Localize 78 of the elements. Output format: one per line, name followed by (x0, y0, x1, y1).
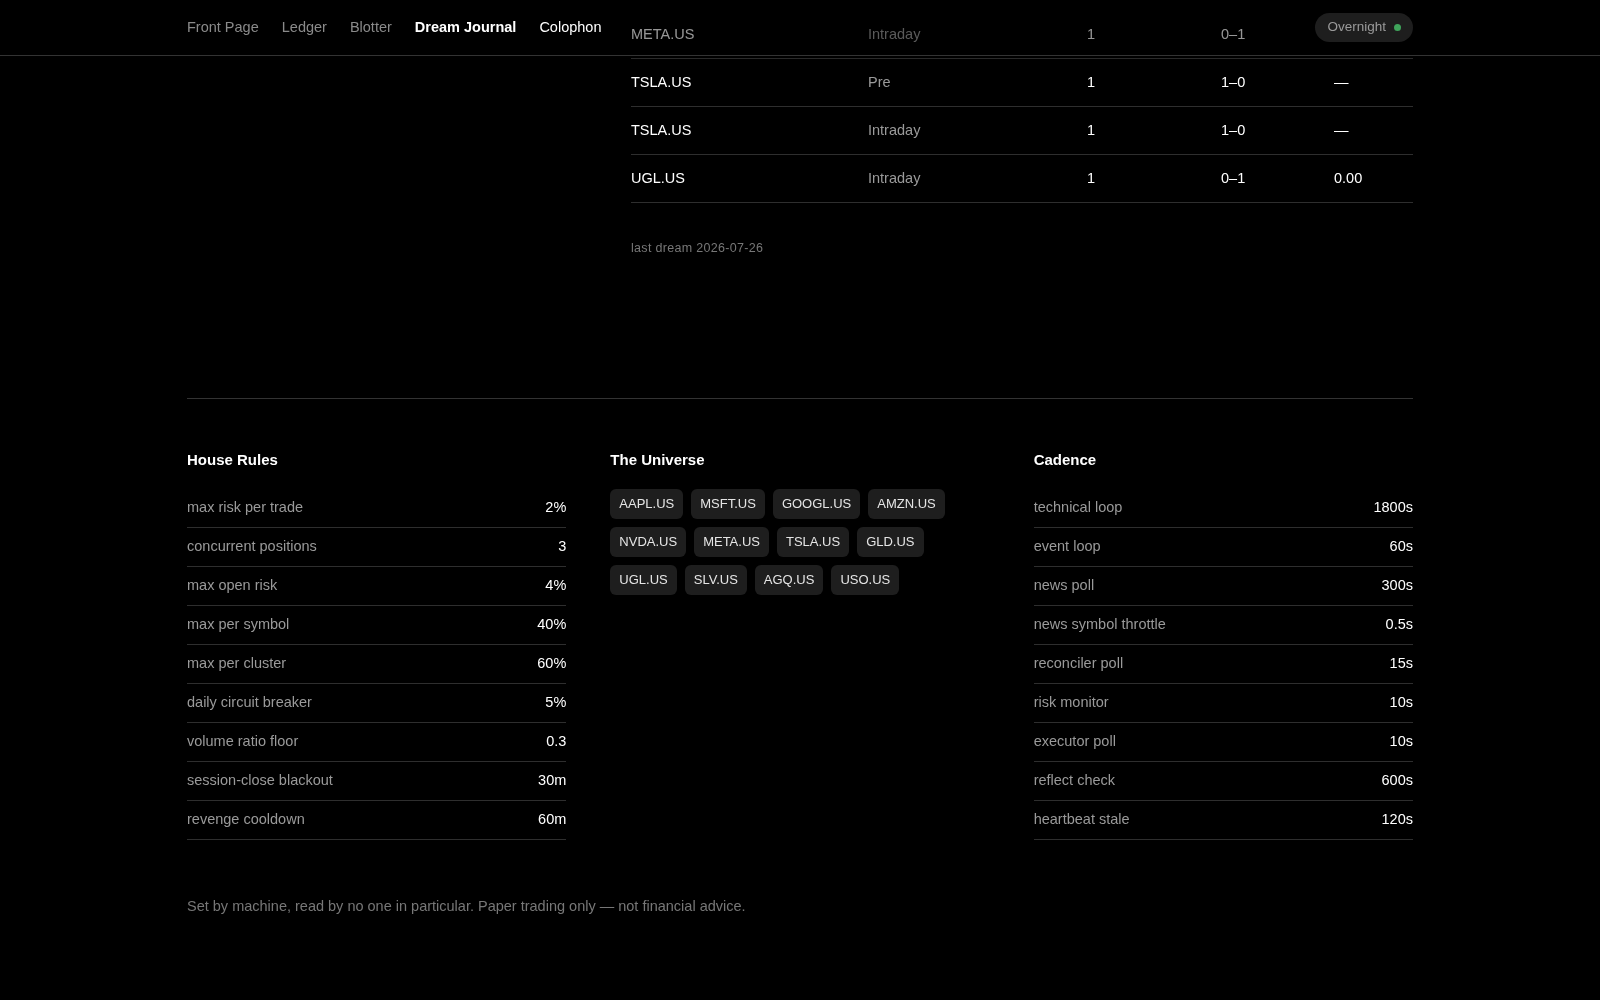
setting-label: risk monitor (1033, 692, 1109, 712)
setting-value: 5% (545, 692, 567, 712)
setting-value: 60s (1389, 536, 1413, 556)
setting-value: 1800s (1373, 497, 1413, 517)
setting-label: session-close blackout (187, 770, 333, 790)
setting-label: max per symbol (187, 614, 290, 634)
table-cell: 1 (1087, 25, 1096, 42)
symbol-tag: AAPL.US (610, 488, 684, 519)
status-label: Overnight (1327, 18, 1386, 37)
section-title: Cadence (1033, 449, 1098, 470)
setting-value: 15s (1389, 653, 1413, 673)
setting-value: 60m (538, 809, 567, 829)
table-cell: 1 (1087, 169, 1096, 186)
section-title: House Rules (187, 449, 279, 470)
table-cell: 1–0 (1221, 121, 1246, 138)
table-cell: 1 (1087, 121, 1096, 138)
table-cell: TSLA.US (631, 121, 692, 138)
table-cell: — (1334, 121, 1349, 138)
setting-value: 600s (1381, 770, 1413, 790)
symbol-tag: AGQ.US (754, 564, 824, 595)
setting-value: 300s (1381, 575, 1413, 595)
symbol-tag: TSLA.US (776, 526, 850, 557)
setting-value: 3 (558, 536, 567, 556)
last-dream-note: last dream 2026-07-26 (631, 240, 765, 257)
setting-label: max open risk (187, 575, 278, 595)
setting-value: 30m (538, 770, 567, 790)
setting-value: 4% (545, 575, 567, 595)
symbol-tag: MSFT.US (691, 488, 765, 519)
table-cell: Intraday (868, 25, 921, 42)
symbol-tag: META.US (694, 526, 769, 557)
setting-label: concurrent positions (187, 536, 317, 556)
setting-label: volume ratio floor (187, 731, 299, 751)
symbol-tag: USO.US (831, 564, 900, 595)
setting-value: 0.3 (546, 731, 567, 751)
table-cell: 0–1 (1221, 25, 1246, 42)
footer-note: Set by machine, read by no one in particular. Paper trading only — not financial advice. (187, 896, 747, 916)
setting-label: reconciler poll (1033, 653, 1124, 673)
nav-link[interactable]: Blotter (349, 16, 392, 39)
table-cell: UGL.US (631, 169, 685, 186)
table-cell: Intraday (868, 169, 921, 186)
setting-label: technical loop (1033, 497, 1123, 517)
setting-label: reflect check (1033, 770, 1116, 790)
setting-label: max risk per trade (187, 497, 304, 517)
symbol-tag: NVDA.US (610, 526, 687, 557)
symbol-tag: GLD.US (857, 526, 924, 557)
nav-link[interactable]: Front Page (187, 16, 259, 39)
setting-label: max per cluster (187, 653, 287, 673)
table-cell: — (1334, 73, 1349, 90)
setting-label: event loop (1033, 536, 1101, 556)
nav-link[interactable]: Colophon (539, 16, 602, 39)
setting-value: 60% (537, 653, 567, 673)
setting-value: 0.5s (1385, 614, 1413, 634)
symbol-tag: SLV.US (684, 564, 747, 595)
setting-label: heartbeat stale (1033, 809, 1130, 829)
setting-label: executor poll (1033, 731, 1116, 751)
symbol-tag: GOOGL.US (772, 488, 861, 519)
table-cell: 1–0 (1221, 73, 1246, 90)
table-cell: 0–1 (1221, 169, 1246, 186)
table-cell: Pre (868, 73, 891, 90)
setting-label: revenge cooldown (187, 809, 305, 829)
setting-label: news symbol throttle (1033, 614, 1166, 634)
table-cell: Intraday (868, 121, 921, 138)
setting-value: 120s (1381, 809, 1413, 829)
table-cell: 1 (1087, 73, 1096, 90)
symbol-tag: AMZN.US (868, 488, 945, 519)
setting-value: 10s (1389, 692, 1413, 712)
setting-value: 2% (545, 497, 567, 517)
table-cell: META.US (631, 25, 695, 42)
nav-link[interactable]: Dream Journal (414, 16, 517, 39)
section-title: The Universe (610, 449, 706, 470)
setting-label: daily circuit breaker (187, 692, 312, 712)
setting-value: 40% (537, 614, 567, 634)
setting-label: news poll (1033, 575, 1095, 595)
nav-link[interactable]: Ledger (281, 16, 327, 39)
setting-value: 10s (1389, 731, 1413, 751)
symbol-tag: UGL.US (610, 564, 677, 595)
table-cell: TSLA.US (631, 73, 692, 90)
table-cell: 0.00 (1334, 169, 1363, 186)
